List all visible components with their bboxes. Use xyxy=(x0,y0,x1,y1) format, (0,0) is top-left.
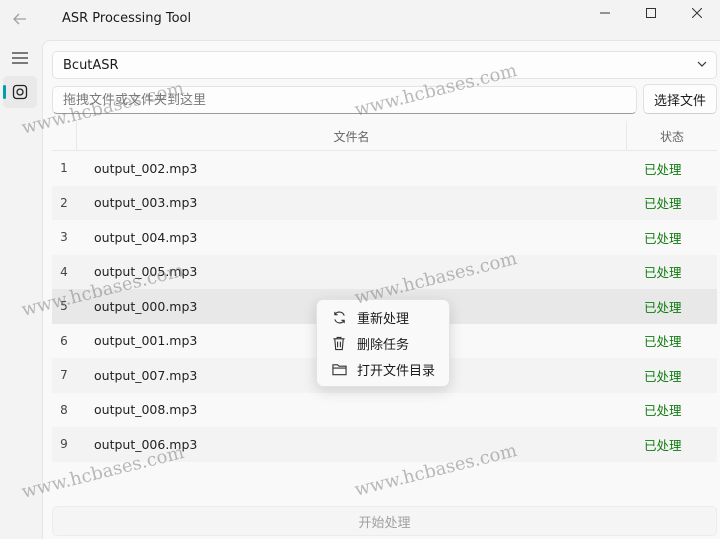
navigation-rail xyxy=(0,40,40,539)
minimize-icon xyxy=(600,12,610,14)
status-badge: 已处理 xyxy=(644,403,682,419)
column-header-status[interactable]: 状态 xyxy=(626,121,717,151)
minimize-button[interactable] xyxy=(582,0,628,26)
file-name: output_008.mp3 xyxy=(94,402,198,418)
file-drop-input[interactable] xyxy=(52,86,637,114)
menu-item-delete-task[interactable]: 删除任务 xyxy=(317,330,449,356)
menu-item-label: 删除任务 xyxy=(357,337,410,353)
file-name: output_004.mp3 xyxy=(94,229,198,245)
row-index: 2 xyxy=(60,195,68,210)
menu-item-open-folder[interactable]: 打开文件目录 xyxy=(317,356,449,382)
file-name: output_007.mp3 xyxy=(94,367,198,383)
chevron-down-icon xyxy=(697,61,707,67)
window-controls xyxy=(582,0,720,26)
table-row[interactable]: 3 output_004.mp3 已处理 xyxy=(52,220,717,255)
row-index: 8 xyxy=(60,402,68,417)
trash-icon xyxy=(331,335,347,351)
target-icon xyxy=(12,84,28,100)
nav-item-asr[interactable] xyxy=(3,76,37,108)
table-header: 文件名 状态 xyxy=(52,121,717,151)
status-badge: 已处理 xyxy=(644,334,682,350)
arrow-left-icon xyxy=(13,13,26,25)
app-title: ASR Processing Tool xyxy=(62,11,192,26)
context-menu: 重新处理 删除任务 打开文件目录 xyxy=(316,299,450,387)
status-badge: 已处理 xyxy=(644,196,682,212)
file-name: output_000.mp3 xyxy=(94,298,198,314)
status-badge: 已处理 xyxy=(644,368,682,384)
status-badge: 已处理 xyxy=(644,265,682,281)
hamburger-menu-icon xyxy=(12,52,28,64)
row-index: 3 xyxy=(60,230,68,245)
menu-item-label: 打开文件目录 xyxy=(357,363,436,379)
main-content: BcutASR 选择文件 文件名 状态 1 output_002.mp3 已处理… xyxy=(42,40,720,539)
menu-item-reprocess[interactable]: 重新处理 xyxy=(317,304,449,330)
row-index: 7 xyxy=(60,368,68,383)
menu-item-label: 重新处理 xyxy=(357,311,410,327)
asr-engine-value: BcutASR xyxy=(63,57,119,73)
maximize-icon xyxy=(646,8,656,18)
refresh-icon xyxy=(331,309,347,325)
file-name: output_005.mp3 xyxy=(94,264,198,280)
status-badge: 已处理 xyxy=(644,161,682,177)
status-badge: 已处理 xyxy=(644,299,682,315)
status-badge: 已处理 xyxy=(644,230,682,246)
maximize-button[interactable] xyxy=(628,0,674,26)
start-processing-button[interactable]: 开始处理 xyxy=(52,506,717,536)
table-row[interactable]: 8 output_008.mp3 已处理 xyxy=(52,393,717,428)
title-bar: ASR Processing Tool xyxy=(0,0,720,40)
close-icon xyxy=(692,8,702,18)
table-row[interactable]: 9 output_006.mp3 已处理 xyxy=(52,427,717,462)
table-row[interactable]: 1 output_002.mp3 已处理 xyxy=(52,151,717,186)
close-button[interactable] xyxy=(674,0,720,26)
asr-engine-select[interactable]: BcutASR xyxy=(52,51,717,79)
row-index: 9 xyxy=(60,437,68,452)
column-header-filename[interactable]: 文件名 xyxy=(76,121,626,151)
file-name: output_002.mp3 xyxy=(94,160,198,176)
status-badge: 已处理 xyxy=(644,437,682,453)
back-button[interactable] xyxy=(6,6,34,32)
row-index: 1 xyxy=(60,161,68,176)
table-row[interactable]: 4 output_005.mp3 已处理 xyxy=(52,254,717,289)
row-index: 5 xyxy=(60,299,68,314)
row-index: 4 xyxy=(60,264,68,279)
file-name: output_001.mp3 xyxy=(94,333,198,349)
menu-button[interactable] xyxy=(6,44,34,72)
file-name: output_003.mp3 xyxy=(94,195,198,211)
table-row[interactable]: 2 output_003.mp3 已处理 xyxy=(52,185,717,220)
select-file-button[interactable]: 选择文件 xyxy=(643,84,717,114)
row-index: 6 xyxy=(60,333,68,348)
nav-active-indicator xyxy=(3,85,6,99)
folder-icon xyxy=(331,361,347,377)
file-name: output_006.mp3 xyxy=(94,436,198,452)
